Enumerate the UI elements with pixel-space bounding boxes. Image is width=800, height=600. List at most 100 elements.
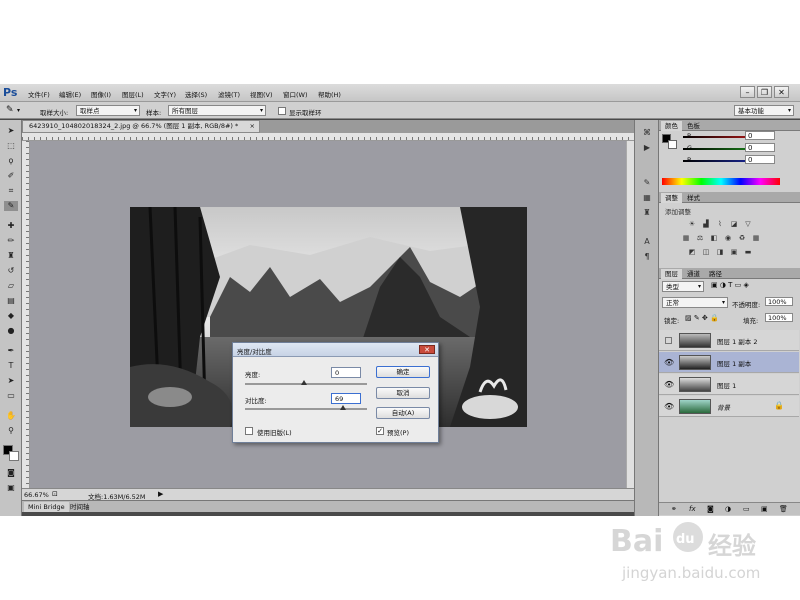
- cancel-button[interactable]: 取消: [376, 387, 430, 399]
- exposure-icon[interactable]: ◪: [729, 220, 739, 228]
- channel-mixer-icon[interactable]: ♻: [737, 234, 747, 242]
- use-legacy-checkbox[interactable]: [245, 427, 253, 435]
- show-ring-checkbox[interactable]: [278, 107, 286, 115]
- tab-timeline[interactable]: 时间轴: [66, 502, 94, 512]
- menu-layer[interactable]: 图层(L): [122, 89, 144, 99]
- paragraph-icon[interactable]: ¶: [641, 252, 653, 261]
- color-lookup-icon[interactable]: ▦: [751, 234, 761, 242]
- preview-checkbox[interactable]: ✓: [376, 427, 384, 435]
- restore-button[interactable]: ❐: [757, 86, 772, 98]
- menu-help[interactable]: 帮助(H): [318, 89, 341, 99]
- history-brush-tool-icon[interactable]: ↺: [4, 266, 18, 276]
- pen-tool-icon[interactable]: ✒: [4, 346, 18, 356]
- dialog-close-button[interactable]: ✕: [419, 345, 435, 354]
- blend-mode-select[interactable]: 正常 ▾: [662, 297, 728, 308]
- color-balance-icon[interactable]: ⚖: [695, 234, 705, 242]
- eye-icon[interactable]: 👁: [664, 402, 674, 411]
- menu-image[interactable]: 图像(I): [91, 89, 111, 99]
- eyedropper-tool-icon[interactable]: ✎: [4, 201, 18, 211]
- brightness-slider-thumb[interactable]: [301, 380, 307, 385]
- quick-select-tool-icon[interactable]: ✐: [4, 171, 18, 181]
- filter-icons[interactable]: ▣ ◑ T ▭ ◈: [711, 281, 749, 289]
- contrast-slider-track[interactable]: [245, 408, 367, 410]
- photo-filter-icon[interactable]: ◉: [723, 234, 733, 242]
- zoom-tool-icon[interactable]: ⚲: [4, 426, 18, 436]
- vibrance-icon[interactable]: ▽: [743, 220, 753, 228]
- minimize-button[interactable]: –: [740, 86, 755, 98]
- ok-button[interactable]: 确定: [376, 366, 430, 378]
- close-tab-icon[interactable]: ×: [250, 121, 255, 132]
- menu-type[interactable]: 文字(Y): [154, 89, 176, 99]
- tab-color[interactable]: 颜色: [661, 121, 682, 131]
- gradient-map-icon[interactable]: ▬: [743, 248, 753, 256]
- clone-source-icon[interactable]: ♜: [641, 208, 653, 217]
- group-icon[interactable]: ▭: [743, 505, 750, 513]
- blur-tool-icon[interactable]: ◆: [4, 311, 18, 321]
- fill-input[interactable]: 100%: [765, 313, 793, 322]
- brush-tool-icon[interactable]: ✏: [4, 236, 18, 246]
- stamp-tool-icon[interactable]: ♜: [4, 251, 18, 261]
- red-value[interactable]: 0: [745, 131, 775, 140]
- hue-saturation-icon[interactable]: ▦: [681, 234, 691, 242]
- contrast-input[interactable]: 69: [331, 393, 361, 404]
- menu-window[interactable]: 窗口(W): [283, 89, 308, 99]
- adjustment-icon[interactable]: ◑: [725, 505, 731, 513]
- lasso-tool-icon[interactable]: ϙ: [4, 156, 18, 166]
- info-arrow-icon[interactable]: ▶: [158, 490, 163, 498]
- type-tool-icon[interactable]: T: [4, 361, 18, 371]
- layer-row[interactable]: 图层 1 副本 2: [659, 330, 799, 351]
- hand-tool-icon[interactable]: ✋: [4, 411, 18, 421]
- menu-file[interactable]: 文件(F): [28, 89, 50, 99]
- trash-icon[interactable]: 🗑: [779, 505, 788, 513]
- tab-adjustments[interactable]: 调整: [661, 193, 682, 203]
- mask-icon[interactable]: ◙: [707, 505, 714, 513]
- fx-icon[interactable]: fx: [689, 505, 696, 513]
- history-icon[interactable]: ⌘: [641, 128, 653, 137]
- lock-icons[interactable]: ▨ ✎ ✥ 🔒: [685, 314, 719, 322]
- green-value[interactable]: 0: [745, 143, 775, 152]
- screen-mode-icon[interactable]: ▣: [4, 483, 18, 493]
- layer-row[interactable]: 👁 背景 🔒: [659, 396, 799, 417]
- brightness-input[interactable]: 0: [331, 367, 361, 378]
- brightness-icon[interactable]: ☀: [687, 220, 697, 228]
- eraser-tool-icon[interactable]: ▱: [4, 281, 18, 291]
- marquee-tool-icon[interactable]: ⬚: [4, 141, 18, 151]
- move-tool-icon[interactable]: ➤: [4, 126, 18, 136]
- eye-icon[interactable]: 👁: [664, 358, 674, 367]
- background-swatch[interactable]: [668, 140, 677, 149]
- menu-edit[interactable]: 编辑(E): [59, 89, 81, 99]
- gradient-tool-icon[interactable]: ▤: [4, 296, 18, 306]
- eyedropper-icon[interactable]: ✎: [6, 105, 14, 115]
- sample-size-select[interactable]: 取样点 ▾: [76, 105, 140, 116]
- zoom-level[interactable]: 66.67%: [24, 491, 49, 499]
- layer-row-selected[interactable]: 👁 图层 1 副本: [659, 352, 799, 373]
- threshold-icon[interactable]: ◨: [715, 248, 725, 256]
- close-button[interactable]: ✕: [774, 86, 789, 98]
- link-icon[interactable]: ⚭: [671, 505, 677, 513]
- character-icon[interactable]: A: [641, 237, 653, 246]
- selective-color-icon[interactable]: ▣: [729, 248, 739, 256]
- contrast-slider-thumb[interactable]: [340, 405, 346, 410]
- tab-swatches[interactable]: 色板: [683, 121, 704, 131]
- background-color-swatch[interactable]: [9, 451, 19, 461]
- layer-filter-select[interactable]: 类型 ▾: [662, 281, 704, 292]
- auto-button[interactable]: 自动(A): [376, 407, 430, 419]
- menu-select[interactable]: 选择(S): [185, 89, 207, 99]
- vertical-scrollbar[interactable]: [626, 141, 634, 488]
- tab-mini-bridge[interactable]: Mini Bridge: [24, 502, 69, 512]
- shape-tool-icon[interactable]: ▭: [4, 391, 18, 401]
- tab-channels[interactable]: 通道: [683, 269, 704, 279]
- brush-icon[interactable]: ✎: [641, 178, 653, 187]
- tab-styles[interactable]: 样式: [683, 193, 704, 203]
- curves-icon[interactable]: ⌇: [715, 220, 725, 228]
- crop-tool-icon[interactable]: ⌗: [4, 186, 18, 196]
- invert-icon[interactable]: ◩: [687, 248, 697, 256]
- actions-icon[interactable]: ▶: [641, 143, 653, 152]
- chevron-down-icon[interactable]: ▾: [17, 107, 20, 114]
- layer-row[interactable]: 👁 图层 1: [659, 374, 799, 395]
- healing-tool-icon[interactable]: ✚: [4, 221, 18, 231]
- blue-value[interactable]: 0: [745, 155, 775, 164]
- visibility-toggle-off[interactable]: [665, 337, 672, 344]
- color-spectrum[interactable]: [662, 178, 780, 185]
- eye-icon[interactable]: 👁: [664, 380, 674, 389]
